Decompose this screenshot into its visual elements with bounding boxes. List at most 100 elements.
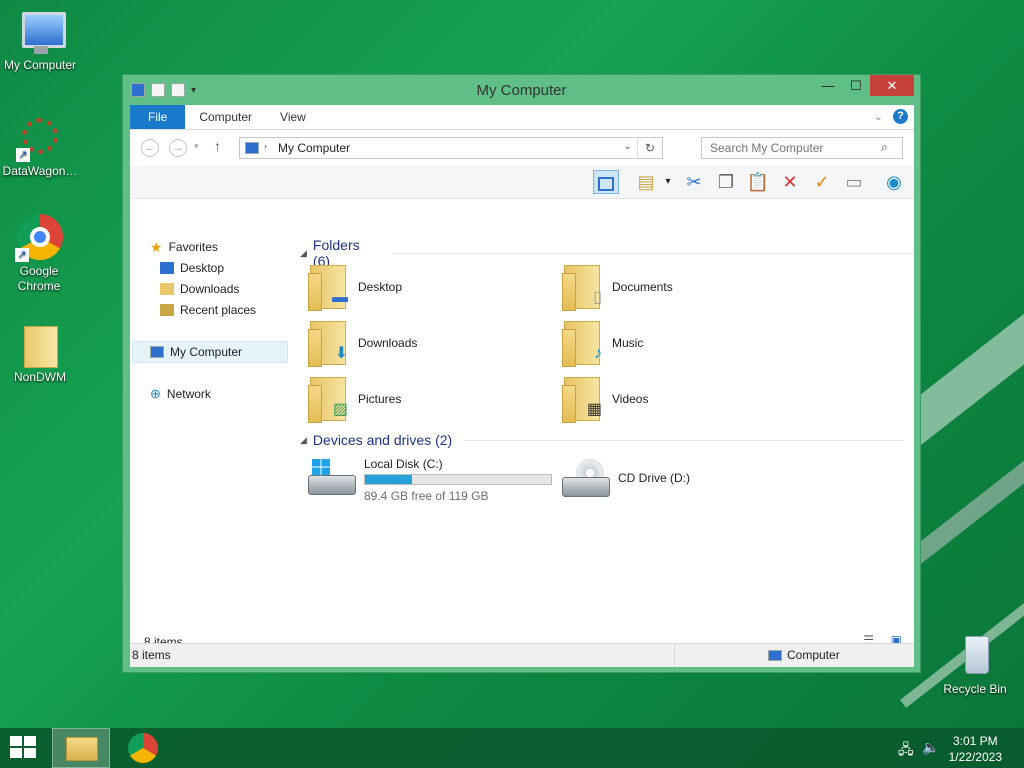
checkmark-icon[interactable]: ✓ bbox=[809, 170, 835, 194]
folder-item-downloads[interactable]: ⬇ Downloads bbox=[306, 317, 417, 369]
capacity-bar bbox=[364, 474, 552, 485]
globe-icon[interactable]: ◉ bbox=[881, 170, 907, 194]
collapse-icon[interactable]: ◢ bbox=[300, 248, 307, 259]
folder-item-music[interactable]: ♪ Music bbox=[560, 317, 643, 369]
help-icon[interactable]: ? bbox=[893, 109, 908, 124]
computer-icon bbox=[768, 650, 782, 661]
folder-item-desktop[interactable]: ▬ Desktop bbox=[306, 261, 402, 313]
drive-item-cd-drive[interactable]: CD Drive (D:) bbox=[562, 459, 690, 501]
shortcut-arrow-icon: ↗ bbox=[15, 248, 29, 262]
chevron-down-icon[interactable]: ⌄ bbox=[624, 141, 632, 152]
desktop-icon-datawagon[interactable]: ↗ DataWagon… bbox=[0, 114, 80, 179]
folder-icon: ▨ bbox=[306, 375, 350, 423]
group-title: Devices and drives (2) bbox=[312, 432, 453, 448]
recent-locations-icon[interactable]: ▾ bbox=[194, 141, 199, 152]
nav-desktop[interactable]: Desktop bbox=[160, 258, 224, 278]
desktop-icon-recycle-bin[interactable]: Recycle Bin bbox=[935, 632, 1015, 697]
back-button[interactable]: ← bbox=[141, 139, 159, 157]
window-title: My Computer bbox=[476, 82, 567, 99]
chevron-down-icon[interactable]: ▾ bbox=[655, 170, 681, 194]
desktop-icon-my-computer[interactable]: My Computer bbox=[0, 8, 80, 73]
window-content: File Computer View ⌄ ? ← → ▾ ↑ › My Comp… bbox=[130, 105, 915, 667]
computer-icon bbox=[245, 142, 259, 154]
search-input[interactable] bbox=[701, 137, 903, 159]
nav-recent-places[interactable]: Recent places bbox=[160, 300, 256, 320]
shortcut-arrow-icon: ↗ bbox=[16, 148, 30, 162]
ribbon-tabs: File Computer View ⌄ ? bbox=[130, 105, 914, 130]
rename-icon[interactable]: ▭ bbox=[841, 170, 867, 194]
delete-icon[interactable]: ✕ bbox=[777, 170, 803, 194]
desktop-icon bbox=[160, 262, 174, 274]
network-tray-icon[interactable]: 🖧 bbox=[898, 739, 914, 763]
group-header-devices[interactable]: ◢ Devices and drives (2) bbox=[300, 432, 905, 448]
folder-icon: ▦ bbox=[560, 375, 604, 423]
up-button[interactable]: ↑ bbox=[214, 138, 221, 154]
cut-icon[interactable]: ✂ bbox=[681, 170, 707, 194]
preview-pane-button[interactable] bbox=[593, 170, 619, 194]
taskbar-chrome[interactable] bbox=[115, 728, 173, 768]
film-icon: ▦ bbox=[586, 401, 602, 418]
refresh-icon[interactable]: ↻ bbox=[637, 138, 662, 158]
nav-item-label: Downloads bbox=[180, 282, 240, 296]
taskbar-file-explorer[interactable] bbox=[52, 728, 110, 768]
folder-item-pictures[interactable]: ▨ Pictures bbox=[306, 373, 401, 425]
address-bar[interactable]: › My Computer ⌄ ↻ bbox=[239, 137, 663, 159]
folder-item-videos[interactable]: ▦ Videos bbox=[560, 373, 648, 425]
recent-places-icon bbox=[160, 304, 174, 316]
start-button[interactable] bbox=[10, 736, 38, 760]
star-icon: ★ bbox=[150, 239, 163, 255]
ribbon-right: ⌄ ? bbox=[874, 109, 908, 124]
cd-drive-icon bbox=[562, 459, 610, 501]
nav-network[interactable]: ⊕ Network bbox=[150, 384, 211, 404]
hard-drive-icon bbox=[308, 457, 356, 499]
status-item-count: 8 items bbox=[132, 648, 171, 662]
status-divider bbox=[674, 644, 675, 667]
minimize-button[interactable]: — bbox=[814, 75, 842, 96]
search-icon[interactable]: ⌕ bbox=[881, 140, 888, 155]
maximize-button[interactable]: ☐ bbox=[842, 75, 870, 96]
expand-ribbon-icon[interactable]: ⌄ bbox=[874, 110, 883, 123]
drive-item-local-disk[interactable]: Local Disk (C:) 89.4 GB free of 119 GB bbox=[308, 457, 552, 503]
music-note-icon: ♪ bbox=[594, 345, 602, 362]
gear-icon: ↗ bbox=[16, 114, 64, 162]
desktop-icon: ▬ bbox=[332, 289, 348, 306]
address-row: ← → ▾ ↑ › My Computer ⌄ ↻ ⌕ bbox=[130, 130, 914, 166]
breadcrumb[interactable]: My Computer bbox=[278, 141, 350, 155]
folder-icon: ⬇ bbox=[306, 319, 350, 367]
nav-item-label: Recent places bbox=[180, 303, 257, 317]
nav-item-label: Desktop bbox=[180, 261, 225, 275]
breadcrumb-separator-icon[interactable]: › bbox=[264, 141, 267, 151]
desktop-icon-nondwm[interactable]: NonDWM bbox=[0, 320, 80, 385]
title-bar[interactable]: ▾ My Computer — ☐ ✕ bbox=[123, 75, 920, 105]
folder-item-documents[interactable]: ▯ Documents bbox=[560, 261, 673, 313]
copy-icon[interactable]: ❐ bbox=[713, 170, 739, 194]
navigation-pane: ★ Favorites Desktop Downloads Recent pla… bbox=[130, 227, 288, 639]
nav-favorites[interactable]: ★ Favorites bbox=[150, 237, 218, 257]
chrome-icon: ↗ bbox=[15, 214, 63, 262]
drive-label: CD Drive (D:) bbox=[618, 471, 690, 485]
folder-label: Music bbox=[612, 336, 644, 350]
free-space-text: 89.4 GB free of 119 GB bbox=[364, 489, 489, 503]
explorer-window: ▾ My Computer — ☐ ✕ File Computer View ⌄… bbox=[122, 74, 921, 673]
close-button[interactable]: ✕ bbox=[870, 75, 914, 96]
collapse-icon[interactable]: ◢ bbox=[300, 435, 307, 446]
clock[interactable]: 3:01 PM 1/22/2023 bbox=[949, 733, 1002, 765]
desktop-icon-google-chrome[interactable]: ↗ Google Chrome bbox=[0, 214, 78, 294]
command-toolbar: ▤ ▾ ✂ ❐ 📋 ✕ ✓ ▭ ◉ bbox=[130, 166, 914, 199]
paste-icon[interactable]: 📋 bbox=[745, 170, 771, 194]
nav-item-label: Network bbox=[166, 387, 211, 401]
folder-label: Pictures bbox=[358, 392, 402, 406]
nav-downloads[interactable]: Downloads bbox=[160, 279, 239, 299]
tab-view[interactable]: View bbox=[266, 105, 320, 129]
desktop-icon-label: Google Chrome bbox=[17, 264, 61, 293]
windows-logo-icon bbox=[312, 459, 330, 475]
drive-label: Local Disk (C:) bbox=[364, 457, 443, 471]
forward-button[interactable]: → bbox=[169, 139, 187, 157]
nav-item-label: Favorites bbox=[168, 240, 218, 254]
nav-my-computer[interactable]: My Computer bbox=[150, 342, 242, 362]
volume-icon[interactable]: 🔈 bbox=[922, 739, 939, 756]
network-icon: ⊕ bbox=[150, 386, 161, 401]
desktop-icon-label: DataWagon… bbox=[2, 164, 78, 178]
tab-file[interactable]: File bbox=[130, 105, 186, 129]
tab-computer[interactable]: Computer bbox=[185, 105, 266, 129]
